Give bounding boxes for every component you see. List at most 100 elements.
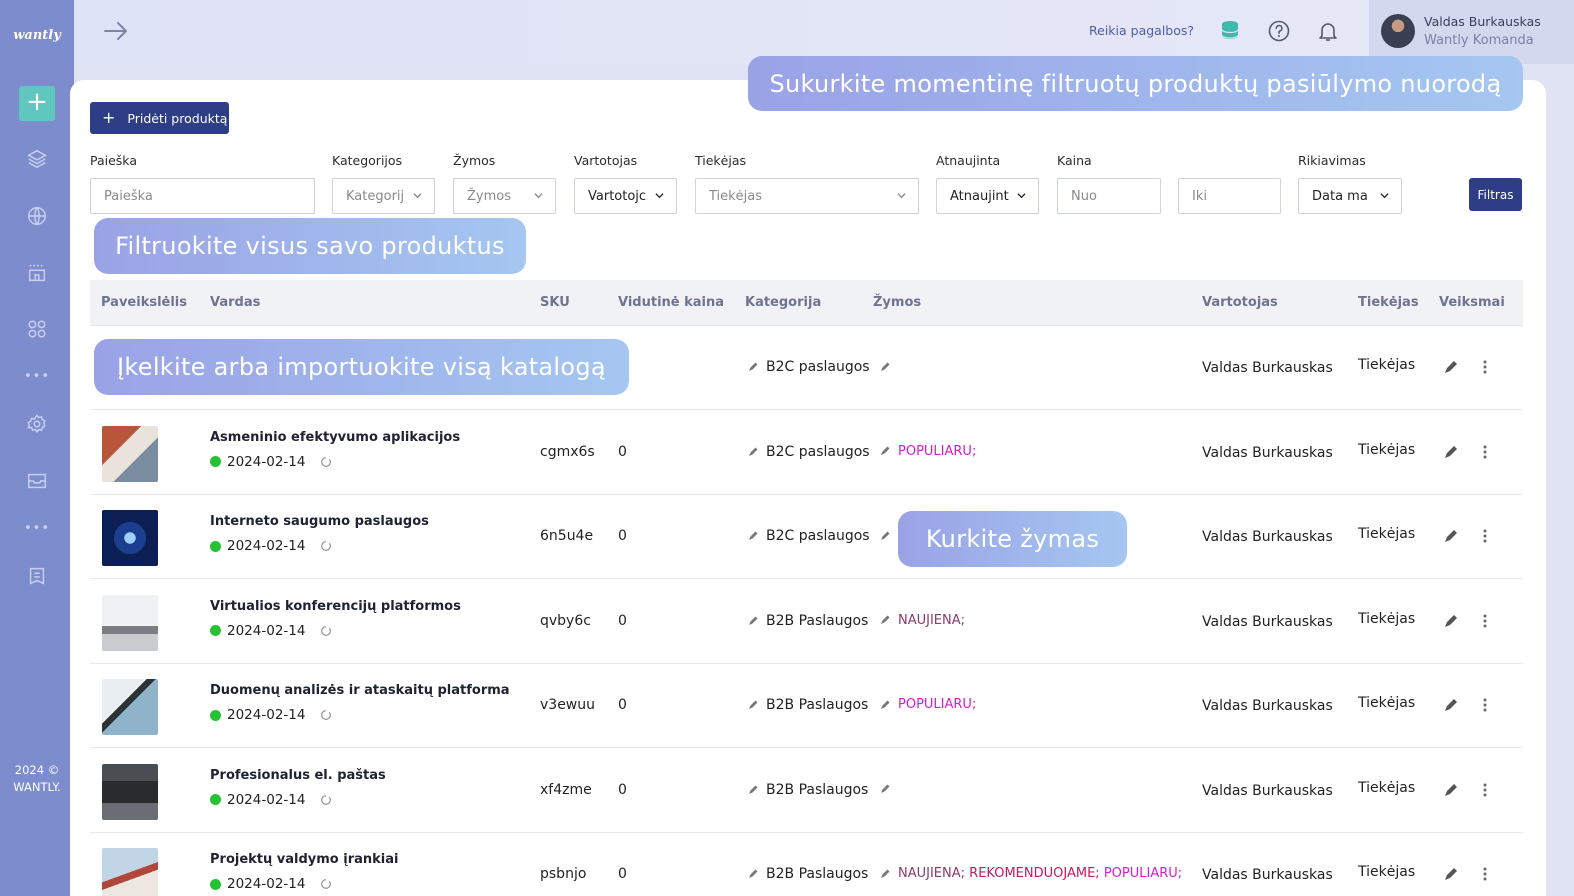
product-category[interactable]: B2C paslaugos: [748, 444, 870, 460]
more-vertical-icon[interactable]: [1482, 613, 1488, 629]
pencil-icon[interactable]: [1444, 445, 1458, 459]
table-row[interactable]: Profesionalus el. paštas 2024-02-14 xf4zme…: [90, 749, 1523, 833]
avatar[interactable]: [1381, 14, 1415, 48]
supplier-select[interactable]: Tiekėjas: [695, 178, 919, 214]
product-name[interactable]: Asmeninio efektyvumo aplikacijos: [210, 430, 460, 445]
product-tags[interactable]: NAUJIENA;: [880, 613, 965, 628]
layers-icon[interactable]: [24, 146, 50, 172]
more-vertical-icon[interactable]: [1482, 528, 1488, 544]
pencil-icon[interactable]: [748, 359, 766, 375]
product-tags[interactable]: POPULIARU;: [880, 697, 976, 712]
sync-icon[interactable]: [320, 794, 332, 806]
table-row[interactable]: Duomenų analizės ir ataskaitų platforma 2…: [90, 664, 1523, 748]
product-thumbnail[interactable]: [102, 679, 158, 735]
col-image[interactable]: Paveikslėlis: [101, 295, 187, 310]
pencil-icon[interactable]: [880, 782, 898, 797]
col-category[interactable]: Kategorija: [745, 295, 821, 310]
pencil-icon[interactable]: [748, 782, 766, 798]
add-product-button[interactable]: + Pridėti produktą: [90, 102, 229, 134]
pencil-icon[interactable]: [748, 613, 766, 629]
more-vertical-icon[interactable]: [1482, 444, 1488, 460]
gear-icon[interactable]: [24, 411, 50, 437]
table-row[interactable]: Projektų valdymo įrankiai 2024-02-14 psbnj…: [90, 833, 1523, 896]
pencil-icon[interactable]: [1444, 529, 1458, 543]
grid-icon[interactable]: [24, 316, 50, 342]
tag-label[interactable]: POPULIARU;: [898, 697, 976, 712]
price-to-input[interactable]: Iki: [1178, 178, 1281, 214]
sync-icon[interactable]: [320, 878, 332, 890]
tag-label[interactable]: POPULIARU;: [898, 444, 976, 459]
pencil-icon[interactable]: [748, 697, 766, 713]
table-row[interactable]: Asmeninio efektyvumo aplikacijos 2024-02-…: [90, 411, 1523, 495]
pencil-icon[interactable]: [748, 444, 766, 460]
sync-icon[interactable]: [320, 540, 332, 552]
tag-label[interactable]: NAUJIENA;: [898, 866, 965, 881]
table-row[interactable]: Interneto saugumo paslaugos 2024-02-14 6n5…: [90, 495, 1523, 579]
user-menu[interactable]: Valdas Burkauskas Wantly Komanda: [1369, 0, 1574, 64]
tags-select[interactable]: Žymos: [453, 178, 556, 214]
logo[interactable]: wantly: [0, 28, 74, 43]
col-name[interactable]: Vardas: [210, 295, 260, 310]
product-thumbnail[interactable]: [102, 763, 158, 820]
globe-icon[interactable]: [24, 203, 50, 229]
search-input[interactable]: Paieška: [90, 178, 315, 214]
store-icon[interactable]: [24, 260, 50, 286]
pencil-icon[interactable]: [880, 697, 898, 712]
product-name[interactable]: Duomenų analizės ir ataskaitų platforma: [210, 683, 510, 698]
col-sku[interactable]: SKU: [540, 295, 570, 310]
col-avg-price[interactable]: Vidutinė kaina: [618, 295, 724, 310]
price-from-input[interactable]: Nuo: [1057, 178, 1161, 214]
pencil-icon[interactable]: [880, 444, 898, 459]
question-icon[interactable]: [1267, 19, 1291, 43]
pencil-icon[interactable]: [748, 866, 766, 882]
pencil-icon[interactable]: [880, 528, 898, 543]
product-thumbnail[interactable]: [102, 425, 158, 482]
product-thumbnail[interactable]: [102, 848, 158, 896]
user-select[interactable]: Vartotojc: [574, 178, 677, 214]
product-thumbnail[interactable]: [102, 594, 158, 651]
receipt-icon[interactable]: [24, 563, 50, 589]
pencil-icon[interactable]: [880, 359, 898, 374]
categories-select[interactable]: Kategorij: [332, 178, 435, 214]
product-tags[interactable]: [880, 782, 898, 797]
more-vertical-icon[interactable]: [1482, 697, 1488, 713]
product-name[interactable]: Profesionalus el. paštas: [210, 768, 386, 783]
tag-label[interactable]: NAUJIENA;: [898, 613, 965, 628]
sync-icon[interactable]: [320, 709, 332, 721]
more-vertical-icon[interactable]: [1482, 782, 1488, 798]
col-user[interactable]: Vartotojas: [1202, 295, 1278, 310]
product-category[interactable]: B2C paslaugos: [748, 359, 870, 375]
product-tags[interactable]: [880, 359, 898, 374]
sync-icon[interactable]: [320, 456, 332, 468]
product-tags[interactable]: [880, 528, 898, 543]
help-link[interactable]: Reikia pagalbos?: [1089, 23, 1194, 38]
product-name[interactable]: Virtualios konferencijų platformos: [210, 599, 461, 614]
bell-icon[interactable]: [1316, 19, 1340, 43]
database-icon[interactable]: [1218, 19, 1242, 43]
product-category[interactable]: B2C paslaugos: [748, 528, 870, 544]
arrow-right-icon[interactable]: [102, 18, 130, 48]
table-row[interactable]: Virtualios konferencijų platformos 2024-0…: [90, 580, 1523, 664]
pencil-icon[interactable]: [1444, 867, 1458, 881]
pencil-icon[interactable]: [1444, 614, 1458, 628]
pencil-icon[interactable]: [880, 613, 898, 628]
pencil-icon[interactable]: [1444, 783, 1458, 797]
inbox-icon[interactable]: [24, 468, 50, 494]
updated-select[interactable]: Atnaujint: [936, 178, 1039, 214]
col-supplier[interactable]: Tiekėjas: [1358, 295, 1419, 310]
col-tags[interactable]: Žymos: [873, 295, 921, 310]
pencil-icon[interactable]: [748, 528, 766, 544]
tag-label[interactable]: POPULIARU;: [1104, 866, 1182, 881]
sort-select[interactable]: Data ma: [1298, 178, 1402, 214]
add-new-button[interactable]: +: [19, 86, 55, 121]
product-name[interactable]: Interneto saugumo paslaugos: [210, 514, 429, 529]
tag-label[interactable]: REKOMENDUOJAME;: [969, 866, 1100, 881]
product-category[interactable]: B2B Paslaugos: [748, 782, 868, 798]
pencil-icon[interactable]: [880, 866, 898, 881]
product-name[interactable]: Projektų valdymo įrankiai: [210, 852, 399, 867]
product-thumbnail[interactable]: [102, 510, 158, 566]
product-category[interactable]: B2B Paslaugos: [748, 697, 868, 713]
more-vertical-icon[interactable]: [1482, 866, 1488, 882]
product-category[interactable]: B2B Paslaugos: [748, 866, 868, 882]
more-vertical-icon[interactable]: [1482, 359, 1488, 375]
